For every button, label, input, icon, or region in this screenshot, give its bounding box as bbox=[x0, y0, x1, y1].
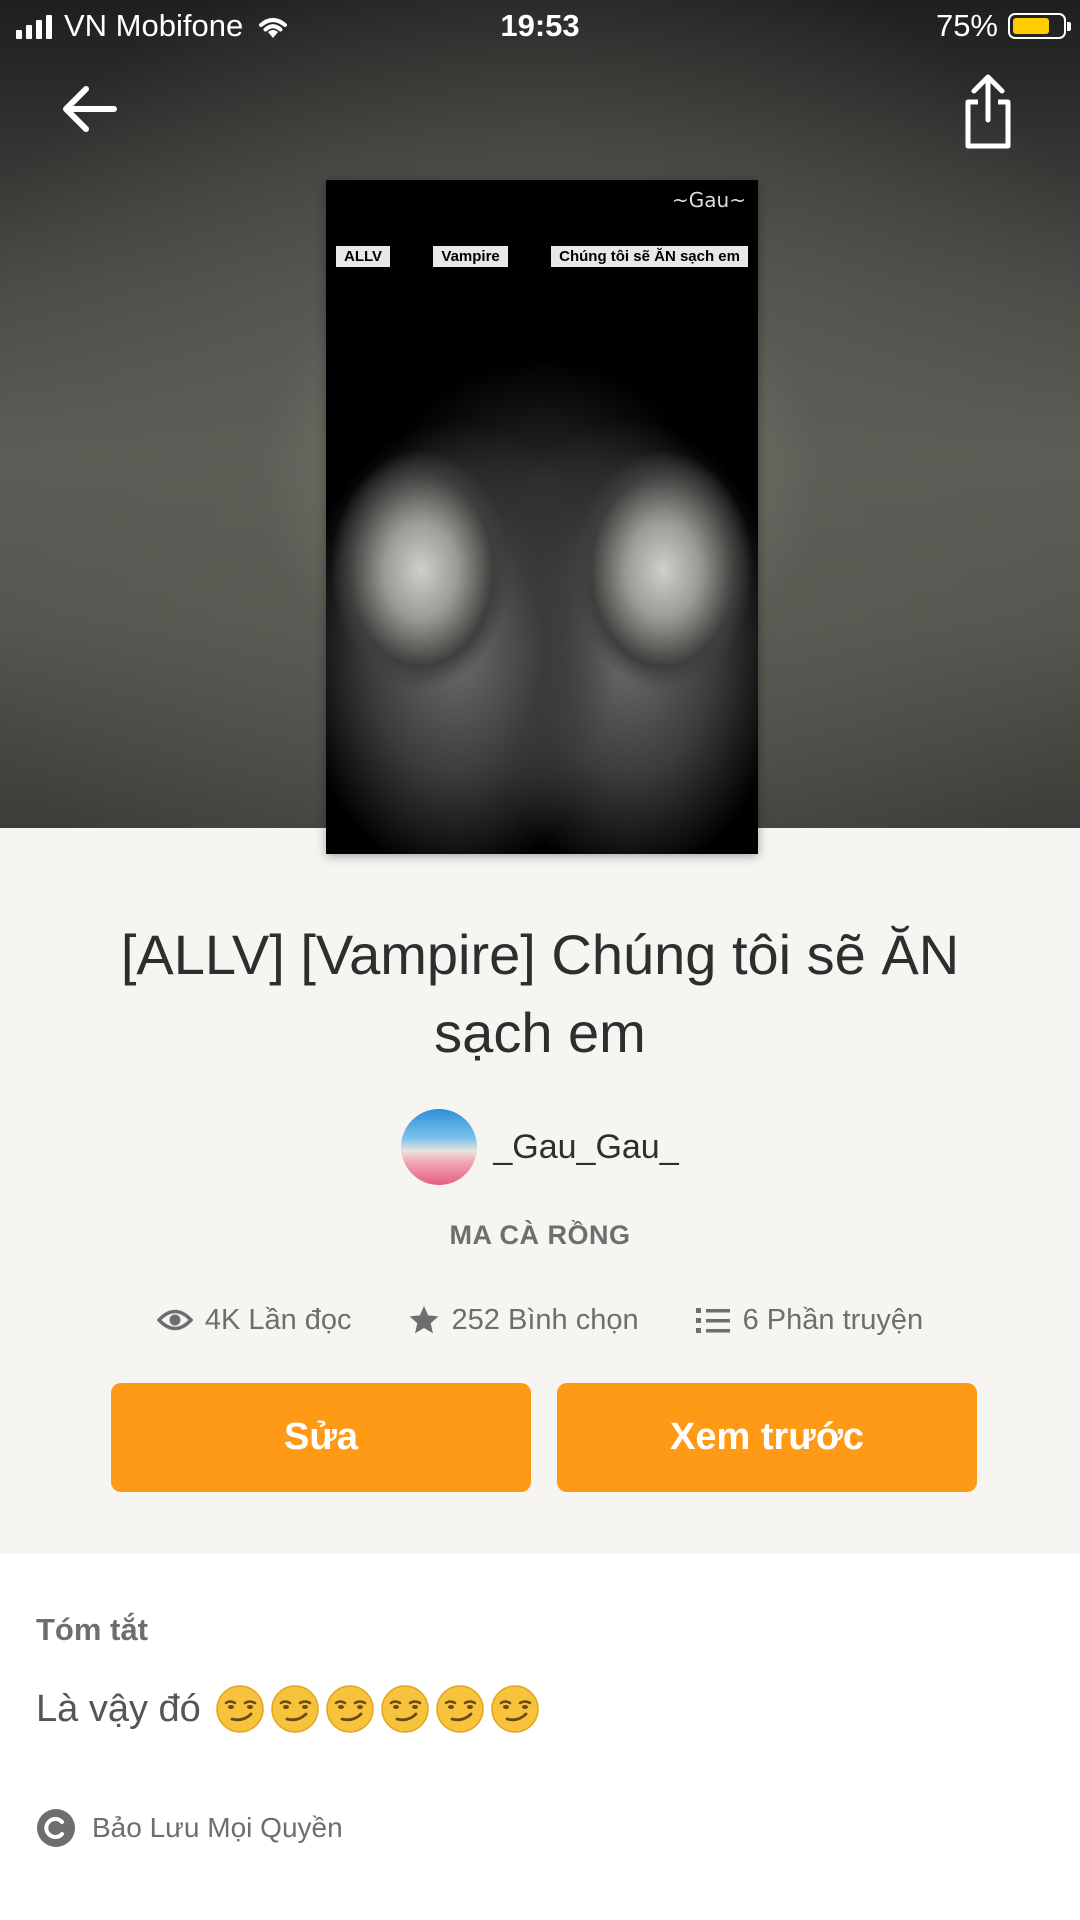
summary-panel: Tóm tắt Là vậy đó Bảo Lưu Mọi Quyền bbox=[0, 1554, 1080, 1920]
votes-stat: 252 Bình chọn bbox=[408, 1304, 639, 1337]
reads-stat: 4K Lần đọc bbox=[156, 1303, 352, 1337]
battery-tip bbox=[1067, 22, 1071, 31]
summary-heading: Tóm tắt bbox=[36, 1612, 148, 1647]
back-button[interactable] bbox=[56, 76, 122, 142]
smirking-face-icon bbox=[436, 1685, 484, 1733]
eye-icon bbox=[156, 1309, 193, 1331]
author-link[interactable]: _Gau_Gau_ bbox=[0, 1108, 1080, 1186]
battery-icon bbox=[1008, 13, 1071, 39]
list-icon bbox=[695, 1308, 730, 1333]
parts-stat: 6 Phần truyện bbox=[695, 1303, 924, 1337]
genre-tag[interactable]: MA CÀ RỒNG bbox=[0, 1220, 1080, 1251]
summary-text: Là vậy đó bbox=[36, 1687, 201, 1730]
copyright-icon bbox=[37, 1809, 75, 1847]
copyright-notice: Bảo Lưu Mọi Quyền bbox=[36, 1808, 343, 1848]
arrow-left-icon bbox=[63, 86, 117, 132]
cover-portrait-left bbox=[326, 420, 516, 854]
smirking-face-icon bbox=[381, 1685, 429, 1733]
cover-banner: ALLV Vampire Chúng tôi sẽ ĂN sạch em bbox=[336, 242, 748, 270]
share-icon bbox=[965, 74, 1011, 149]
cover-tag: ALLV bbox=[336, 245, 391, 267]
copyright-text: Bảo Lưu Mọi Quyền bbox=[92, 1812, 343, 1843]
share-button[interactable] bbox=[952, 72, 1024, 152]
status-time: 19:53 bbox=[500, 8, 580, 43]
status-bar: VN Mobifone 19:53 75% bbox=[0, 0, 1080, 54]
parts-count: 6 Phần truyện bbox=[742, 1303, 924, 1336]
battery-percent: 75% bbox=[935, 8, 998, 43]
author-name[interactable]: _Gau_Gau_ bbox=[493, 1128, 678, 1167]
summary-description: Là vậy đó bbox=[36, 1684, 540, 1734]
battery-fill bbox=[1013, 18, 1049, 34]
edit-button[interactable]: Sửa bbox=[111, 1383, 531, 1492]
smirking-face-icon bbox=[491, 1685, 539, 1733]
smirking-face-icon bbox=[326, 1685, 374, 1733]
star-icon bbox=[409, 1306, 438, 1334]
smirking-face-icon bbox=[216, 1685, 264, 1733]
story-stats: 4K Lần đọc 252 Bình chọn 6 Phần truyện bbox=[0, 1296, 1080, 1344]
avatar[interactable] bbox=[401, 1109, 478, 1185]
status-right: 75% bbox=[935, 8, 1071, 44]
cover-tag: Vampire bbox=[433, 245, 508, 267]
cover-signature: ~Gau~ bbox=[672, 188, 746, 212]
story-cover-image[interactable]: ~Gau~ ALLV Vampire Chúng tôi sẽ ĂN sạch … bbox=[326, 180, 758, 854]
smirking-face-icon bbox=[271, 1685, 319, 1733]
story-title: [ALLV] [Vampire] Chúng tôi sẽ ĂN sạch em bbox=[120, 923, 960, 1064]
cover-tag: Chúng tôi sẽ ĂN sạch em bbox=[551, 245, 748, 267]
cover-portrait-right bbox=[568, 420, 758, 854]
preview-button[interactable]: Xem trước bbox=[557, 1383, 977, 1492]
votes-count: 252 Bình chọn bbox=[451, 1303, 639, 1336]
emoji-row bbox=[215, 1684, 540, 1734]
reads-count: 4K Lần đọc bbox=[204, 1303, 352, 1336]
